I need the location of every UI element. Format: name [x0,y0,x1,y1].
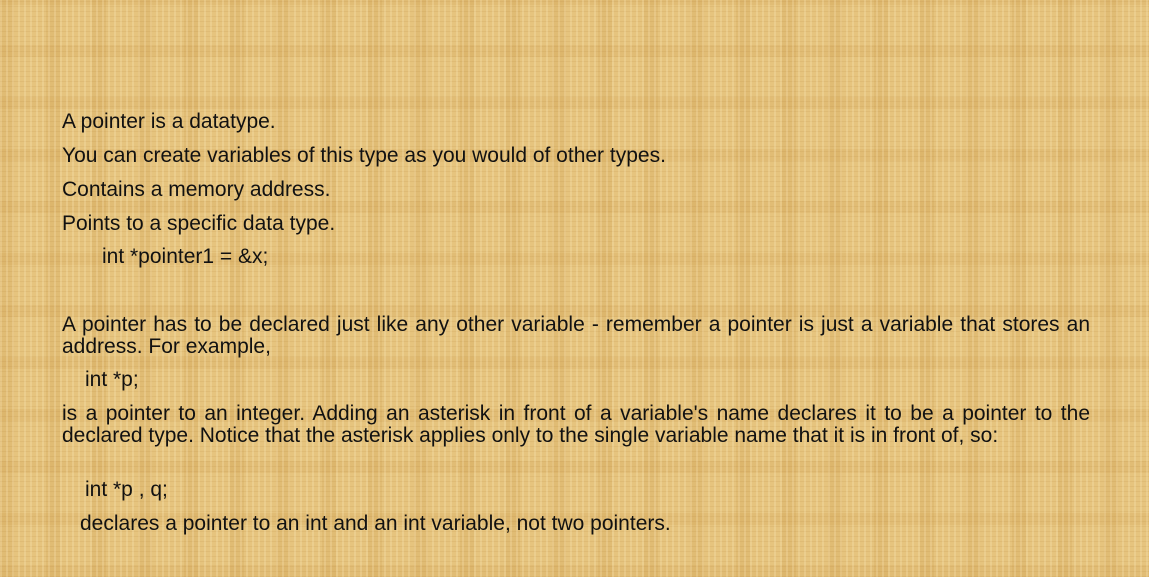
code-example-p: int *p; [85,368,139,391]
code-example-p-q: int *p , q; [85,478,168,501]
conclusion-line: declares a pointer to an int and an int … [80,512,671,535]
bullet-line-data-type: Points to a specific data type. [62,212,336,235]
bullet-line-datatype: A pointer is a datatype. [62,110,276,133]
paragraph-asterisk: is a pointer to an integer. Adding an as… [62,402,1090,447]
code-example-pointer1: int *pointer1 = &x; [102,245,269,268]
slide: A pointer is a datatype. You can create … [0,0,1149,577]
paragraph-declaration: A pointer has to be declared just like a… [62,313,1090,358]
bullet-line-variables: You can create variables of this type as… [62,144,666,167]
bullet-line-memory-address: Contains a memory address. [62,178,331,201]
